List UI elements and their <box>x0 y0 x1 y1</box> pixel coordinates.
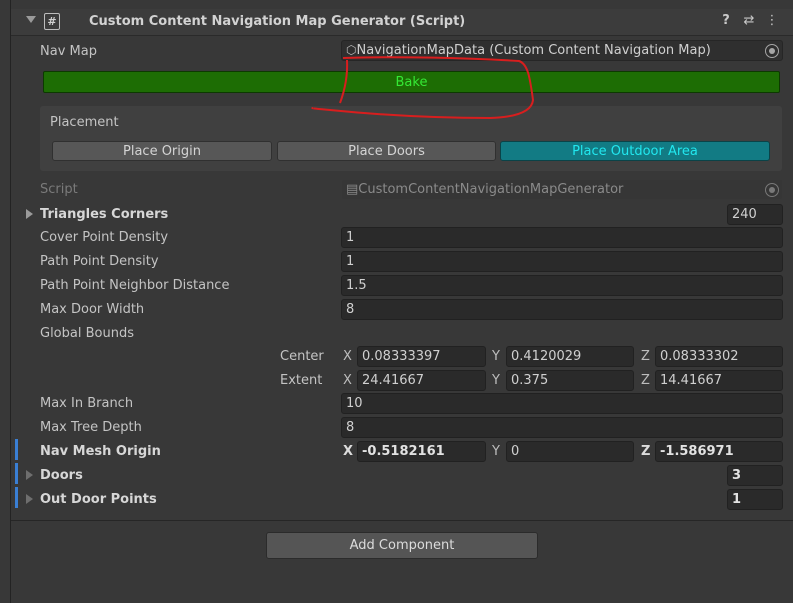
extent-label: Extent <box>280 373 323 388</box>
origin-z-field[interactable]: -1.586971 <box>655 441 783 462</box>
script-label: Script <box>40 182 78 197</box>
center-z-axis[interactable]: Z <box>641 349 650 364</box>
out-door-points-label[interactable]: Out Door Points <box>40 492 157 507</box>
extent-z-field[interactable]: 14.41667 <box>655 370 783 391</box>
doors-label[interactable]: Doors <box>40 468 83 483</box>
script-picker-icon <box>765 183 779 197</box>
triangles-foldout-icon[interactable] <box>26 209 33 219</box>
extent-y-axis[interactable]: Y <box>492 373 500 388</box>
origin-y-axis[interactable]: Y <box>492 444 500 459</box>
max-door-width-field[interactable]: 8 <box>341 299 783 320</box>
doors-size[interactable]: 3 <box>727 465 783 486</box>
extent-x-field[interactable]: 24.41667 <box>357 370 486 391</box>
divider <box>11 520 793 521</box>
out-door-points-size[interactable]: 1 <box>727 489 783 510</box>
origin-y-field[interactable]: 0 <box>506 441 634 462</box>
doors-foldout-icon[interactable] <box>26 470 33 480</box>
modified-indicator <box>15 463 18 484</box>
script-value: CustomContentNavigationMapGenerator <box>358 182 624 197</box>
global-bounds-label: Global Bounds <box>40 326 134 341</box>
nav-mesh-origin-label: Nav Mesh Origin <box>40 444 161 459</box>
max-door-width-label: Max Door Width <box>40 302 145 317</box>
center-y-axis[interactable]: Y <box>492 349 500 364</box>
origin-z-axis[interactable]: Z <box>641 444 650 459</box>
modified-indicator <box>15 487 18 508</box>
script-field: ▤CustomContentNavigationMapGenerator <box>341 179 783 200</box>
path-point-density-field[interactable]: 1 <box>341 251 783 272</box>
origin-x-field[interactable]: -0.5182161 <box>357 441 486 462</box>
cover-point-density-label: Cover Point Density <box>40 230 169 245</box>
extent-x-axis[interactable]: X <box>343 373 352 388</box>
max-in-branch-field[interactable]: 10 <box>341 393 783 414</box>
script-file-icon: ▤ <box>346 182 359 197</box>
center-label: Center <box>280 349 324 364</box>
modified-indicator <box>15 439 18 460</box>
triangles-corners-label[interactable]: Triangles Corners <box>40 207 168 222</box>
path-point-neighbor-distance-field[interactable]: 1.5 <box>341 275 783 296</box>
path-point-density-label: Path Point Density <box>40 254 159 269</box>
extent-y-field[interactable]: 0.375 <box>506 370 634 391</box>
origin-x-axis[interactable]: X <box>343 444 353 459</box>
center-x-axis[interactable]: X <box>343 349 352 364</box>
max-in-branch-label: Max In Branch <box>40 396 134 411</box>
out-door-points-foldout-icon[interactable] <box>26 494 33 504</box>
max-tree-depth-field[interactable]: 8 <box>341 417 783 438</box>
max-tree-depth-label: Max Tree Depth <box>40 420 142 435</box>
center-y-field[interactable]: 0.4120029 <box>506 346 634 367</box>
extent-z-axis[interactable]: Z <box>641 373 650 388</box>
center-z-field[interactable]: 0.08333302 <box>655 346 783 367</box>
path-point-neighbor-distance-label: Path Point Neighbor Distance <box>40 278 230 293</box>
add-component-button[interactable]: Add Component <box>266 532 538 559</box>
triangles-corners-size[interactable]: 240 <box>727 204 783 225</box>
cover-point-density-field[interactable]: 1 <box>341 227 783 248</box>
center-x-field[interactable]: 0.08333397 <box>357 346 486 367</box>
